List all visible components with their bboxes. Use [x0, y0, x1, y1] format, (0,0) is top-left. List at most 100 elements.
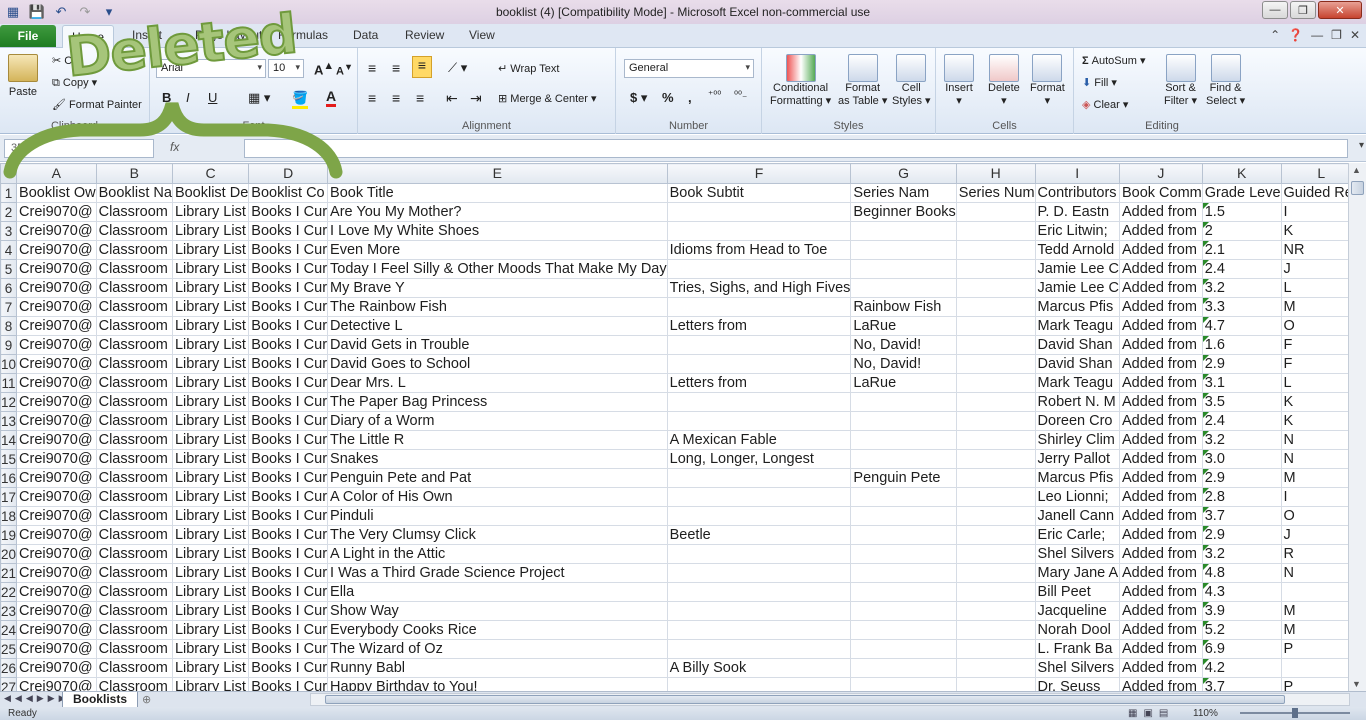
cell[interactable]: A Light in the Attic	[327, 544, 668, 564]
cell[interactable]: Eric Carle;	[1034, 525, 1120, 545]
cell[interactable]: Classroom	[95, 658, 173, 678]
minimize-icon[interactable]: —	[1262, 1, 1288, 19]
cell[interactable]	[850, 278, 957, 298]
column-header[interactable]: E	[327, 163, 668, 184]
cell[interactable]: LaRue	[850, 373, 957, 393]
column-header[interactable]: I	[1034, 163, 1120, 184]
cell[interactable]: K	[1280, 392, 1348, 412]
zoom-level[interactable]: 110%	[1193, 708, 1218, 719]
cell[interactable]: Books I Cur	[248, 278, 329, 298]
cell[interactable]: Crei9070@	[16, 468, 97, 488]
cell[interactable]: Library List	[171, 639, 250, 659]
cell[interactable]: Added from	[1118, 411, 1203, 431]
cell[interactable]: Detective L	[327, 316, 668, 336]
tab-review[interactable]: Review	[405, 28, 444, 42]
cell[interactable]: Even More	[327, 240, 668, 260]
cell[interactable]: 3.1	[1201, 373, 1282, 393]
cell[interactable]	[850, 525, 957, 545]
cell[interactable]: 3.2	[1201, 430, 1282, 450]
cell-styles-button[interactable]: Cell Styles ▾	[892, 54, 931, 107]
cell[interactable]: Crei9070@	[16, 240, 97, 260]
cell[interactable]: Books I Cur	[248, 677, 329, 691]
cell[interactable]: Books I Cur	[248, 202, 329, 222]
cell[interactable]: Long, Longer, Longest	[666, 449, 852, 469]
cell[interactable]: Books I Cur	[248, 430, 329, 450]
cell[interactable]	[850, 392, 957, 412]
cell[interactable]	[666, 620, 852, 640]
cell[interactable]: Crei9070@	[16, 354, 97, 374]
cell[interactable]	[666, 563, 852, 583]
cell[interactable]: Classroom	[95, 468, 173, 488]
cell[interactable]: LaRue	[850, 316, 957, 336]
cell[interactable]: Book Title	[327, 183, 668, 203]
cell[interactable]: Library List	[171, 677, 250, 691]
cell[interactable]: Crei9070@	[16, 677, 97, 691]
cell[interactable]: Classroom	[95, 544, 173, 564]
merge-center-button[interactable]: ⊞ Merge & Center ▾	[498, 92, 597, 105]
cell[interactable]: P	[1280, 677, 1348, 691]
cell[interactable]: Classroom	[95, 506, 173, 526]
row-header[interactable]: 23	[0, 601, 18, 621]
cell[interactable]: Crei9070@	[16, 620, 97, 640]
cell[interactable]: Books I Cur	[248, 544, 329, 564]
new-sheet-icon[interactable]: ⊕	[142, 693, 151, 706]
tab-page-layout[interactable]: Page Layout	[195, 28, 262, 42]
align-right-icon[interactable]: ≡	[416, 90, 424, 106]
cell[interactable]: L	[1280, 373, 1348, 393]
cell[interactable]: Beetle	[666, 525, 852, 545]
cell[interactable]: Everybody Cooks Rice	[327, 620, 668, 640]
cell[interactable]: 3.9	[1201, 601, 1282, 621]
cell[interactable]: Marcus Pfis	[1034, 297, 1120, 317]
cell[interactable]: Added from	[1118, 620, 1203, 640]
cell[interactable]	[666, 411, 852, 431]
cell[interactable]: N	[1280, 430, 1348, 450]
cell[interactable]: Added from	[1118, 354, 1203, 374]
cell[interactable]: Runny Babl	[327, 658, 668, 678]
cell[interactable]: Added from	[1118, 449, 1203, 469]
cell[interactable]: Added from	[1118, 316, 1203, 336]
cell[interactable]: Grade Leve	[1201, 183, 1282, 203]
cell[interactable]: Crei9070@	[16, 297, 97, 317]
cell[interactable]: Added from	[1118, 240, 1203, 260]
cell[interactable]: Jacqueline	[1034, 601, 1120, 621]
sheet-nav-icons[interactable]: ◀◀◀▶▶▶	[4, 693, 70, 704]
cell[interactable]	[666, 297, 852, 317]
cell[interactable]: F	[1280, 335, 1348, 355]
cell[interactable]: Books I Cur	[248, 525, 329, 545]
cell[interactable]	[955, 335, 1036, 355]
column-header[interactable]: K	[1201, 163, 1282, 184]
cell[interactable]: O	[1280, 506, 1348, 526]
cell[interactable]	[850, 430, 957, 450]
cell[interactable]: I Was a Third Grade Science Project	[327, 563, 668, 583]
cell[interactable]	[955, 544, 1036, 564]
cell[interactable]: 6.9	[1201, 639, 1282, 659]
cell[interactable]	[666, 544, 852, 564]
cell[interactable]	[666, 202, 852, 222]
cell[interactable]: 2.9	[1201, 525, 1282, 545]
cell[interactable]	[850, 411, 957, 431]
row-header[interactable]: 11	[0, 373, 18, 393]
cell[interactable]: Books I Cur	[248, 411, 329, 431]
cell[interactable]: Jamie Lee C	[1034, 278, 1120, 298]
cell[interactable]	[955, 468, 1036, 488]
cell[interactable]: Penguin Pete	[850, 468, 957, 488]
column-header[interactable]: C	[171, 163, 250, 184]
cell[interactable]: Library List	[171, 392, 250, 412]
cell[interactable]	[955, 620, 1036, 640]
cell[interactable]	[955, 563, 1036, 583]
cell[interactable]	[666, 601, 852, 621]
cell[interactable]	[850, 677, 957, 691]
cell[interactable]	[955, 278, 1036, 298]
cell[interactable]: M	[1280, 620, 1348, 640]
cell[interactable]: 2.8	[1201, 487, 1282, 507]
cell[interactable]	[850, 506, 957, 526]
cell[interactable]: Crei9070@	[16, 430, 97, 450]
align-top-icon[interactable]: ≡	[368, 60, 376, 76]
cell[interactable]: Crei9070@	[16, 335, 97, 355]
comma-button[interactable]: ,	[688, 90, 692, 105]
row-header[interactable]: 25	[0, 639, 18, 659]
cell[interactable]: Jerry Pallot	[1034, 449, 1120, 469]
cut-button[interactable]: ✂ Cut	[52, 54, 81, 67]
cell[interactable]: Crei9070@	[16, 563, 97, 583]
cell[interactable]	[850, 240, 957, 260]
